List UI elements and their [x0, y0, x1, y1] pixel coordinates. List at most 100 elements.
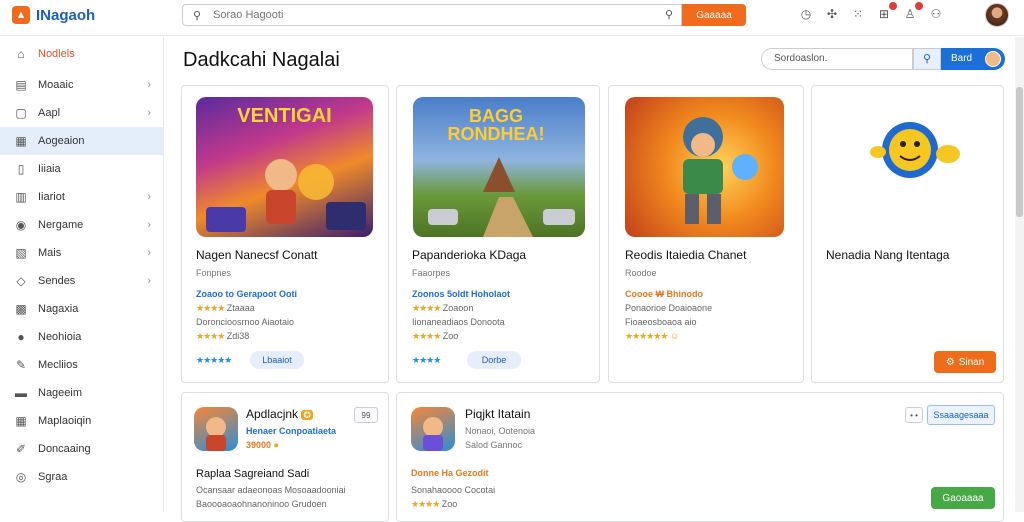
sidebar-item-icon: ● — [17, 330, 25, 344]
global-search-input[interactable] — [213, 9, 634, 21]
sidebar-item-icon: ▦ — [15, 134, 27, 148]
sidebar-item-label: Nagaxia — [38, 303, 79, 315]
sidebar-item-icon: ⌂ — [17, 47, 25, 61]
game-price: Coooe ₩ Bhinodo — [625, 289, 703, 299]
game-rating: ★★★★★★ ☺ — [625, 331, 679, 342]
install-button[interactable]: Gaoaaaa — [931, 487, 995, 509]
search-submit-button[interactable]: Gaaaaa — [682, 4, 746, 26]
more-options-button[interactable]: • • — [905, 407, 923, 423]
more-options-button[interactable]: 99 — [354, 407, 378, 423]
sidebar-item-icon: ▯ — [17, 162, 25, 176]
game-rating-secondary: Fioaeosboaoa aio — [625, 317, 697, 327]
sidebar-item[interactable]: ◇ Sendes › — [0, 267, 163, 295]
game-title[interactable]: Reodis Itaiedia Chanet — [625, 248, 746, 262]
puzzle-icon[interactable]: ✣ — [824, 6, 840, 22]
sidebar-item[interactable]: ▥ Iiariot › — [0, 183, 163, 211]
logo-icon: ▲ — [12, 6, 30, 24]
sidebar-item-icon: ✎ — [15, 358, 27, 372]
game-title[interactable]: Nenadia Nang Itentaga — [826, 248, 949, 262]
game-card[interactable]: Reodis Itaiedia Chanet Roodoe Coooe ₩ Bh… — [608, 85, 804, 383]
flame-icon: ✪ — [301, 410, 313, 420]
sidebar-item-label: Mecliios — [38, 359, 78, 371]
sidebar-item-icon: ▢ — [15, 106, 27, 120]
game-publisher: Nonaoi, Ootenoia — [465, 426, 536, 436]
sidebar-item-icon: ▧ — [15, 246, 27, 260]
game-card[interactable]: BAGG RONDHEA! Papanderioka KDaga Faaorpe… — [396, 85, 600, 383]
game-card[interactable]: Apdlacjnk ✪ Henaer Conpoatiaeta 39000 ● … — [181, 392, 389, 522]
sidebar-item[interactable]: ▤ Moaaic › — [0, 71, 163, 99]
filter-avatar — [985, 51, 1001, 67]
magnifier-icon[interactable]: ⚲ — [665, 8, 673, 21]
sidebar-item[interactable]: ▦ Aogeaion — [0, 127, 163, 155]
game-rating: ★★★★ Ztaaaa — [196, 303, 255, 313]
catalog-search-icon[interactable]: ⚲ — [913, 48, 941, 70]
sidebar-item-label: Iiariot — [38, 191, 65, 203]
game-thumbnail[interactable]: BAGG RONDHEA! — [413, 97, 585, 237]
section-desc: Baoooaoaohnanoninoo Grudoen — [196, 499, 327, 509]
game-title[interactable]: Papanderioka KDaga — [412, 248, 526, 262]
game-action-button[interactable]: Lbaaiot — [250, 351, 304, 369]
sidebar-item-label: Nageeim — [38, 387, 83, 399]
sidebar-item-label: Aogeaion — [38, 135, 85, 147]
grid-dots-icon[interactable]: ⁙ — [850, 6, 866, 22]
game-art — [683, 117, 758, 224]
app-logo[interactable]: ▲ INagaoh — [12, 6, 95, 24]
mascot-icon — [870, 122, 960, 178]
account-icon[interactable]: ⚇ — [928, 6, 944, 22]
sidebar-item[interactable]: ● Neohioia — [0, 323, 163, 351]
mascot-illustration — [870, 112, 966, 192]
sidebar-item[interactable]: ◎ Sgraa — [0, 463, 163, 491]
game-user-rating: ★★★★★ — [196, 355, 232, 366]
sidebar-item[interactable]: ▧ Mais › — [0, 239, 163, 267]
game-reviews: Doroncioosrnoo Aiaotaio — [196, 317, 295, 327]
user-avatar[interactable] — [985, 3, 1009, 27]
coin-icon: ● — [273, 440, 279, 450]
game-rating: ★★★★ Zoo — [411, 499, 458, 509]
game-card[interactable]: Nenadia Nang Itentaga ⚙ Sinan — [811, 85, 1004, 383]
game-card[interactable]: Piqjkt Itatain Nonaoi, Ootenoia Salod Ga… — [396, 392, 1004, 522]
game-art — [206, 417, 226, 451]
smiley-icon: ☺ — [669, 331, 680, 341]
rating-stars-icon: ★★★★ — [412, 303, 441, 313]
game-title[interactable]: Apdlacjnk ✪ — [246, 407, 313, 421]
rating-stars-icon: ★★★★★★ — [625, 331, 668, 341]
sidebar-item[interactable]: ▯ Iiiaia — [0, 155, 163, 183]
game-icon-thumbnail[interactable] — [411, 407, 455, 451]
chevron-right-icon: › — [147, 79, 151, 91]
logo-text: INagaoh — [36, 6, 96, 24]
game-card[interactable]: VENTIGAI Nagen Nanecsf Conatt Fonpnes Zo… — [181, 85, 389, 383]
user-icon[interactable]: ♙ — [902, 2, 923, 22]
game-thumbnail[interactable]: VENTIGAI — [196, 97, 373, 237]
sidebar-item[interactable]: ◉ Nergame › — [0, 211, 163, 239]
cart-icon[interactable]: ⊞ — [876, 2, 897, 22]
timer-icon[interactable]: ◷ — [798, 6, 814, 22]
sidebar: ⌂ Nodlels ▤ Moaaic › ▢ Aapl › ▦ Aogeaion ▯ Iiiaia ▥ I… — [0, 37, 164, 512]
game-title[interactable]: Nagen Nanecsf Conatt — [196, 248, 317, 262]
sidebar-item[interactable]: ✐ Doncaaing — [0, 435, 163, 463]
game-publisher: Fonpnes — [196, 268, 232, 278]
game-action-button[interactable]: Dorbe — [467, 351, 521, 369]
scrollbar-thumb[interactable] — [1016, 87, 1023, 217]
sidebar-item[interactable]: ▬ Nageeim — [0, 379, 163, 407]
game-action-button[interactable]: ⚙ Sinan — [934, 351, 996, 373]
vertical-scrollbar[interactable] — [1015, 37, 1024, 512]
filter-button[interactable]: Bard — [941, 48, 1005, 70]
secondary-action-button[interactable]: Ssaaagesaaa — [927, 405, 995, 425]
sidebar-item[interactable]: ▩ Nagaxia — [0, 295, 163, 323]
game-title[interactable]: Piqjkt Itatain — [465, 407, 530, 421]
game-icon-thumbnail[interactable] — [194, 407, 238, 451]
sidebar-item-icon: ◉ — [15, 218, 27, 232]
sidebar-item[interactable]: ▢ Aapl › — [0, 99, 163, 127]
page-title: Dadkcahi Nagalai — [183, 49, 340, 71]
notification-badge — [915, 2, 923, 10]
game-thumbnail[interactable] — [625, 97, 784, 237]
sidebar-item[interactable]: ⌂ Nodlels — [0, 37, 163, 71]
global-search-bar[interactable]: ⚲ ⚲ — [182, 4, 682, 26]
catalog-search-input[interactable]: Sordoaslon. — [761, 48, 913, 70]
sidebar-item-icon: ▬ — [15, 386, 27, 400]
sidebar-item-icon: ▥ — [15, 190, 27, 204]
game-art — [423, 417, 443, 451]
sidebar-item[interactable]: ▦ Maplaoiqin — [0, 407, 163, 435]
sidebar-item[interactable]: ✎ Mecliios — [0, 351, 163, 379]
game-logo-text: BAGG RONDHEA! — [447, 106, 545, 144]
